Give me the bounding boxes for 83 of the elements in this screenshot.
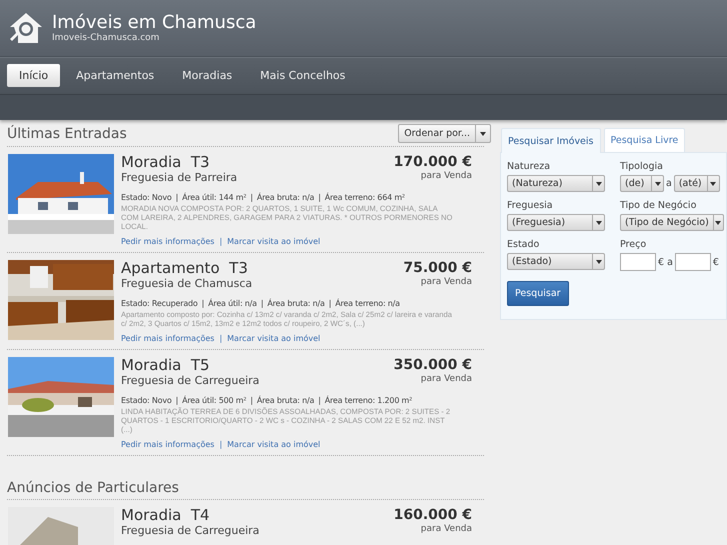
listing-price: 75.000 € [403, 260, 472, 277]
listing-price: 170.000 € [394, 154, 472, 171]
nav-tab[interactable]: Mais Concelhos [248, 64, 358, 87]
listing-title[interactable]: Moradia T3 [121, 154, 238, 171]
select-dropdown[interactable]: (Tipo de Negócio) [620, 214, 724, 231]
currency-label: € [712, 256, 719, 268]
detail-separator: | [328, 299, 332, 308]
select-dropdown[interactable]: (Freguesia) [507, 214, 605, 231]
site-title: Imóveis em Chamusca [52, 13, 256, 33]
price-joiner: € a [658, 256, 673, 268]
section-title: Últimas Entradas [7, 126, 127, 142]
parish-name: Freguesia de Carregueira [121, 374, 260, 387]
nav-tab[interactable]: Início [7, 64, 60, 87]
sort-dropdown[interactable]: Ordenar por... [398, 124, 491, 143]
site-subtitle: Imoveis-Chamusca.com [52, 33, 160, 43]
nav-tab[interactable]: Moradias [170, 64, 244, 87]
property-detail: Estado: Novo [121, 193, 172, 202]
detail-separator: | [202, 299, 204, 308]
nav-tab[interactable]: Apartamentos [64, 64, 166, 87]
parish-name: Freguesia de Parreira [121, 171, 238, 184]
property-detail: Estado: Recuperado [121, 299, 198, 308]
caret-icon [596, 220, 602, 224]
property-detail: Área bruta: n/a [256, 193, 314, 202]
detail-separator: | [176, 193, 178, 202]
logo-icon [8, 11, 44, 45]
property-detail: Área útil: 500 m² [182, 396, 246, 405]
caret-icon [596, 182, 602, 186]
property-detail: Área bruta: n/a [256, 396, 314, 405]
field-label: Tipo de Negócio [620, 200, 698, 211]
field-label: Natureza [507, 161, 552, 172]
listing-link[interactable]: Pedir mais informações [121, 237, 214, 246]
listing-link[interactable]: Marcar visita ao imóvel [227, 334, 320, 343]
listing-link[interactable]: Marcar visita ao imóvel [227, 440, 320, 449]
field-label: Tipologia [620, 161, 664, 172]
select-dropdown[interactable]: (Estado) [507, 253, 605, 270]
listing-link[interactable]: Marcar visita ao imóvel [227, 237, 320, 246]
property-detail: Área terreno: n/a [335, 299, 400, 308]
range-joiner: a [666, 178, 672, 189]
search-tab[interactable]: Pesquisa Livre [604, 128, 686, 152]
property-detail: Área terreno: 664 m² [324, 193, 405, 202]
caret-icon [715, 220, 722, 224]
property-detail: Área bruta: n/a [267, 299, 325, 308]
detail-separator: | [250, 193, 253, 202]
deal-type: para Venda [420, 171, 472, 181]
listing-title[interactable]: Apartamento T3 [121, 260, 252, 277]
caret-icon [654, 182, 660, 186]
property-detail: Estado: Novo [121, 396, 172, 405]
listing-title[interactable]: Moradia T4 [121, 507, 260, 524]
field-label: Preço [620, 239, 648, 250]
select-dropdown[interactable]: (Natureza) [507, 175, 605, 192]
caret-icon [480, 132, 486, 136]
link-separator: | [219, 440, 222, 449]
listing-title[interactable]: Moradia T5 [121, 357, 260, 374]
caret-icon [710, 182, 716, 186]
link-separator: | [219, 237, 222, 246]
deal-type: para Venda [420, 277, 472, 287]
parish-name: Freguesia de Chamusca [121, 277, 252, 290]
search-tab[interactable]: Pesquisar Imóveis [501, 128, 600, 153]
detail-separator: | [176, 396, 178, 405]
caret-icon [596, 260, 602, 264]
listing-price: 160.000 € [394, 507, 472, 524]
search-button[interactable]: Pesquisar [507, 281, 569, 306]
field-label: Freguesia [507, 200, 554, 211]
detail-separator: | [318, 396, 321, 405]
property-detail: Área terreno: 1.200 m² [324, 396, 412, 405]
field-label: Estado [507, 239, 540, 250]
listing-link[interactable]: Pedir mais informações [121, 440, 214, 449]
listing-link[interactable]: Pedir mais informações [121, 334, 214, 343]
property-detail: Área útil: n/a [208, 299, 257, 308]
select-dropdown[interactable]: (até) [674, 175, 720, 192]
detail-separator: | [318, 193, 321, 202]
select-dropdown[interactable]: (de) [620, 175, 664, 192]
property-detail: Área útil: 144 m² [182, 193, 246, 202]
detail-separator: | [260, 299, 264, 308]
section-title: Anúncios de Particulares [7, 480, 179, 496]
price-to-field[interactable] [674, 253, 711, 271]
deal-type: para Venda [420, 524, 472, 534]
price-from-field[interactable] [620, 253, 656, 271]
detail-separator: | [250, 396, 253, 405]
deal-type: para Venda [420, 374, 472, 384]
listing-price: 350.000 € [394, 357, 472, 374]
parish-name: Freguesia de Carregueira [121, 524, 260, 537]
link-separator: | [219, 334, 222, 343]
